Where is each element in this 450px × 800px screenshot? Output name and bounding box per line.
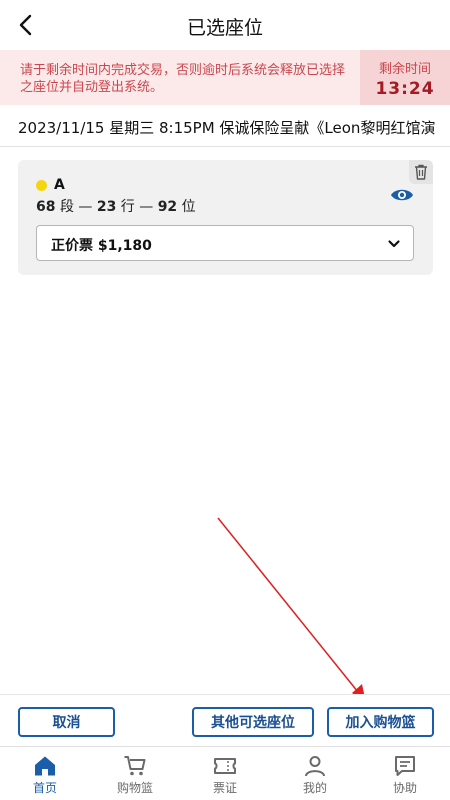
cancel-button[interactable]: 取消: [18, 707, 115, 737]
event-info: 2023/11/15 星期三 8:15PM 保诚保险呈献《Leon黎明红馆演: [18, 119, 436, 137]
separator: —: [78, 199, 93, 215]
seat-card: A 68 段 — 23 行 — 92 位 正价票 $1,180: [18, 160, 433, 275]
section-number: 68: [36, 199, 56, 215]
countdown-banner: 请于剩余时间内完成交易，否则逾时后系统会释放已选择之座位并自动登出系统。 剩余时…: [0, 50, 450, 105]
tab-label: 我的: [302, 781, 327, 795]
zone-label: A: [54, 177, 65, 193]
seat-unit: 位: [181, 199, 196, 215]
action-bar: 取消 其他可选座位 加入购物篮: [0, 694, 450, 746]
seat-number: 92: [157, 199, 178, 215]
tab-label: 首页: [32, 781, 57, 795]
event-info-bar: 2023/11/15 星期三 8:15PM 保诚保险呈献《Leon黎明红馆演: [0, 105, 450, 147]
bottom-tab-bar: 首页 购物篮 票证 我的 协助: [0, 746, 450, 800]
ticket-icon: [214, 758, 236, 774]
page-title: 已选座位: [186, 17, 263, 39]
tab-label: 购物篮: [116, 781, 153, 795]
tab-label: 协助: [392, 781, 417, 795]
ticket-type-select[interactable]: 正价票 $1,180: [36, 225, 414, 261]
view-seat-button[interactable]: [390, 186, 414, 204]
delete-seat-button[interactable]: [409, 160, 433, 184]
cart-icon: [124, 756, 146, 776]
add-to-cart-button[interactable]: 加入购物篮: [327, 707, 434, 737]
ticket-type-value: 正价票 $1,180: [51, 238, 152, 254]
separator: —: [139, 199, 154, 215]
tab-help[interactable]: 协助: [360, 747, 450, 800]
timer-box: 剩余时间 13:24: [360, 50, 450, 105]
trash-icon: [415, 164, 427, 180]
tab-tickets[interactable]: 票证: [180, 747, 270, 800]
timer-label: 剩余时间: [378, 62, 431, 77]
tab-home[interactable]: 首页: [0, 747, 90, 800]
seat-location: 68 段 — 23 行 — 92 位: [36, 196, 196, 216]
home-icon: [35, 756, 55, 776]
section-unit: 段: [59, 199, 74, 215]
timer-value: 13:24: [375, 79, 435, 99]
row-unit: 行: [120, 199, 135, 215]
header-bar: 已选座位: [0, 0, 450, 50]
timer-message: 请于剩余时间内完成交易，否则逾时后系统会释放已选择之座位并自动登出系统。: [20, 63, 346, 95]
tab-cart[interactable]: 购物篮: [90, 747, 180, 800]
user-icon: [305, 756, 325, 777]
eye-icon: [391, 189, 413, 201]
chevron-down-icon: [388, 240, 400, 248]
tab-label: 票证: [212, 781, 237, 795]
row-number: 23: [96, 199, 117, 215]
zone-color-dot: [36, 180, 47, 191]
other-seats-button[interactable]: 其他可选座位: [192, 707, 314, 737]
tab-profile[interactable]: 我的: [270, 747, 360, 800]
help-icon: [395, 756, 415, 776]
